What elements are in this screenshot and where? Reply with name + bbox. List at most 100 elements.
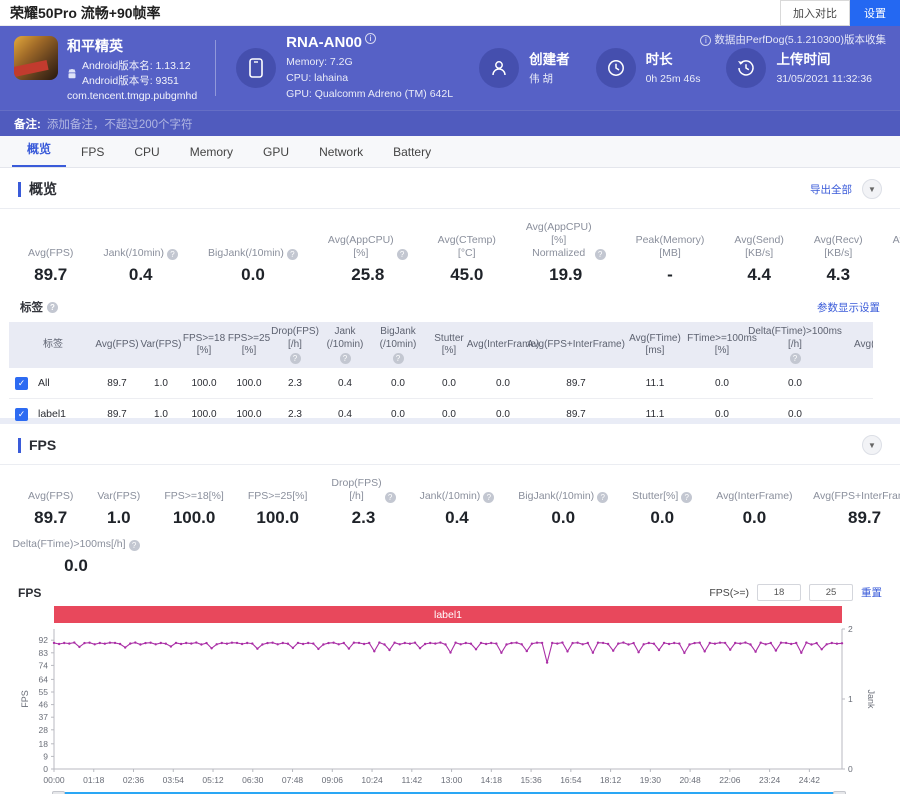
stat-label: Delta(FTime)>100ms[/h]? <box>28 538 124 551</box>
stat-value: 89.7 <box>28 265 73 285</box>
collect-info-text: 数据由PerfDog(5.1.210300)版本收集 <box>714 34 886 46</box>
help-icon[interactable]: ? <box>595 249 606 260</box>
device-cpu: CPU: lahaina <box>286 71 453 87</box>
fps-point <box>693 642 695 644</box>
fps-threshold-label: FPS(>=) <box>709 587 749 599</box>
fps-collapse-button[interactable]: ▼ <box>862 435 882 455</box>
x-tick-label: 18:12 <box>600 775 622 785</box>
cell: 2.3 <box>271 409 319 420</box>
cell: 100.0 <box>227 378 271 389</box>
upload-time-block: 上传时间 31/05/2021 11:32:36 <box>726 48 872 88</box>
reset-link[interactable]: 重置 <box>861 585 882 600</box>
stat-Delta(FTime)>100ms[/h]: Delta(FTime)>100ms[/h]?0.0 <box>28 538 124 576</box>
stat-value: 89.7 <box>817 508 900 528</box>
tab-Battery[interactable]: Battery <box>378 137 446 167</box>
stat-label: Avg(InterFrame) <box>716 490 792 503</box>
stat-Jank(/10min): Jank(/10min)?0.4 <box>420 490 495 528</box>
help-icon[interactable]: ? <box>287 249 298 260</box>
export-all-link[interactable]: 导出全部 <box>810 182 852 197</box>
x-tick-label: 03:54 <box>163 775 185 785</box>
overview-section: 概览 导出全部 ▼ Avg(FPS)89.7Jank(/10min)?0.4Bi… <box>0 168 900 418</box>
stat-label: Avg(FPS) <box>28 247 73 260</box>
fps-point <box>729 649 731 651</box>
x-tick-label: 19:30 <box>640 775 662 785</box>
fps-point <box>251 643 253 645</box>
tab-概览[interactable]: 概览 <box>12 132 66 167</box>
device-info-icon[interactable]: i <box>365 33 376 44</box>
help-icon[interactable]: ? <box>483 492 494 503</box>
fps-point <box>317 648 319 650</box>
fps-point <box>637 651 639 653</box>
tab-Network[interactable]: Network <box>304 137 378 167</box>
help-icon[interactable]: ? <box>790 353 801 364</box>
fps-point <box>576 642 578 644</box>
overview-collapse-button[interactable]: ▼ <box>862 179 882 199</box>
help-icon[interactable]: ? <box>290 353 301 364</box>
chart-label-banner: label1 <box>54 606 842 623</box>
fps-point <box>648 642 650 644</box>
fps-point <box>612 650 614 652</box>
help-icon[interactable]: ? <box>340 353 351 364</box>
fps-chart[interactable]: 0918283746556474839201200:0001:1802:3603… <box>18 623 882 791</box>
x-tick-label: 09:06 <box>322 775 344 785</box>
stat-value: 100.0 <box>248 508 308 528</box>
settings-button[interactable]: 设置 <box>850 0 900 26</box>
fps-point <box>454 642 456 644</box>
help-icon[interactable]: ? <box>129 540 140 551</box>
y-tick-label: 92 <box>39 636 49 646</box>
fps-point <box>256 648 258 650</box>
fps-point <box>419 647 421 649</box>
labels-table-header: 标签Avg(FPS)Var(FPS)FPS>=18 [%]FPS>=25 [%]… <box>9 322 873 368</box>
upload-time-label: 上传时间 <box>776 48 872 68</box>
fps-threshold-low-input[interactable] <box>757 584 801 601</box>
fps-point <box>643 643 645 645</box>
stat-value: 89.7 <box>28 508 73 528</box>
tab-Memory[interactable]: Memory <box>175 137 248 167</box>
tab-FPS[interactable]: FPS <box>66 137 119 167</box>
cell: 0.0 <box>425 378 473 389</box>
row-checkbox[interactable]: ✓ <box>15 408 28 421</box>
note-bar[interactable]: 备注: 添加备注，不超过200个字符 <box>0 110 900 136</box>
fps-point <box>500 652 502 654</box>
y-tick-label: 0 <box>43 764 48 774</box>
fps-point <box>668 643 670 645</box>
fps-point <box>688 644 690 646</box>
fps-point <box>790 643 792 645</box>
compare-button[interactable]: 加入对比 <box>780 0 850 26</box>
tab-GPU[interactable]: GPU <box>248 137 304 167</box>
help-icon[interactable]: ? <box>681 492 692 503</box>
tab-CPU[interactable]: CPU <box>119 137 174 167</box>
row-checkbox[interactable]: ✓ <box>15 377 28 390</box>
overview-title: 概览 <box>18 182 57 197</box>
fps-point <box>470 643 472 645</box>
fps-point <box>393 642 395 644</box>
help-icon[interactable]: ? <box>393 353 404 364</box>
fps-point <box>780 642 782 644</box>
param-display-settings-link[interactable]: 参数显示设置 <box>817 300 880 315</box>
fps-point <box>241 643 243 645</box>
fps-point <box>495 643 497 645</box>
topbar-actions: 加入对比 设置 <box>780 0 900 26</box>
help-icon[interactable]: ? <box>47 302 58 313</box>
labels-title-text: 标签 <box>20 299 43 315</box>
fps-point <box>734 642 736 644</box>
fps-point <box>582 643 584 645</box>
fps-point <box>449 652 451 654</box>
x-tick-label: 05:12 <box>202 775 224 785</box>
x-tick-label: 16:54 <box>560 775 582 785</box>
fps-threshold-high-input[interactable] <box>809 584 853 601</box>
help-icon[interactable]: ? <box>167 249 178 260</box>
fps-point <box>658 649 660 651</box>
info-icon: i <box>700 35 711 46</box>
fps-point <box>277 643 279 645</box>
cell: 0.0 <box>473 409 533 420</box>
help-icon[interactable]: ? <box>597 492 608 503</box>
help-icon[interactable]: ? <box>397 249 408 260</box>
fps-point <box>444 644 446 646</box>
fps-point <box>760 642 762 644</box>
stat-label: Avg(Recv)[KB/s] <box>814 234 863 260</box>
x-tick-label: 14:18 <box>481 775 503 785</box>
fps-point <box>587 642 589 644</box>
help-icon[interactable]: ? <box>385 492 396 503</box>
stat-BigJank(/10min): BigJank(/10min)?0.0 <box>208 247 298 285</box>
